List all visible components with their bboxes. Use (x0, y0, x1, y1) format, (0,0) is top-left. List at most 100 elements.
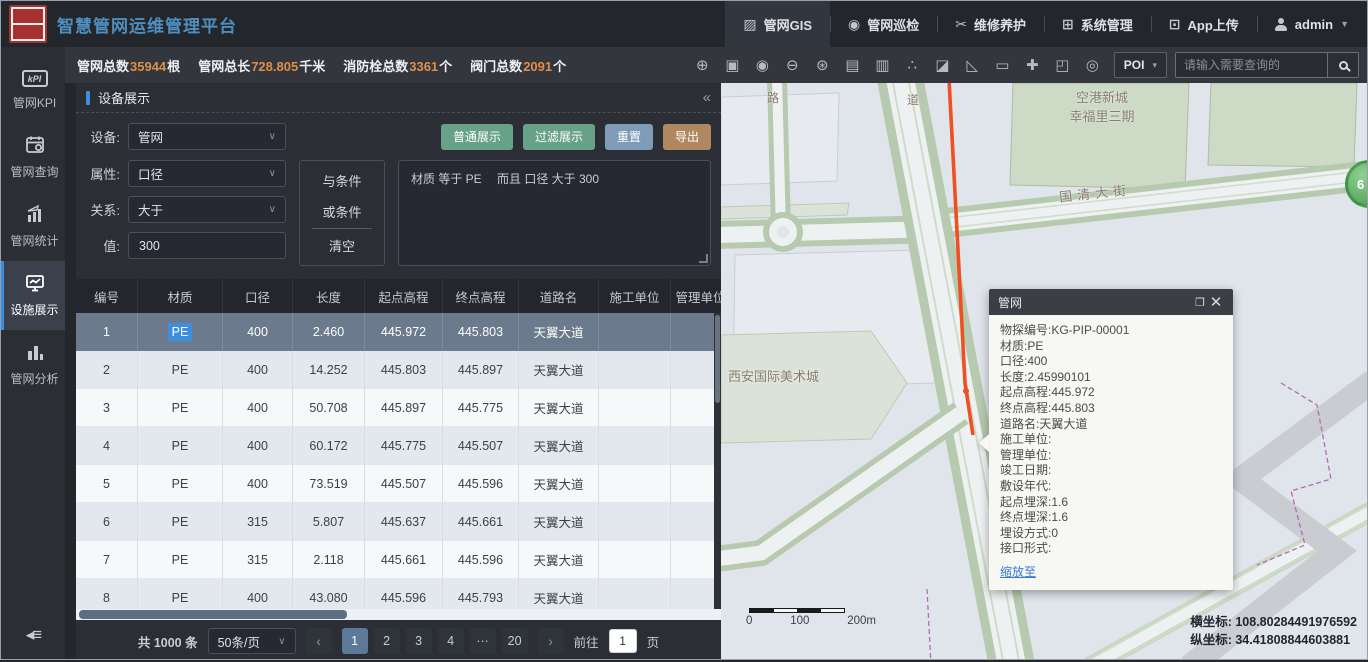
map-toolbar: ⊕▣◉⊖⊛▤▥∴◪◺▭✚◰◎ (689, 52, 1106, 78)
column-header: 道路名 (519, 279, 599, 313)
stat-item: 管网总数35944根 (77, 56, 180, 75)
filter-section: 设备: 管网 ∨ 普通展示 过滤展示 重置 导出 (76, 113, 721, 270)
normal-display-button[interactable]: 普通展示 (441, 124, 513, 150)
collapse-sidebar-icon[interactable]: ◂≡ (26, 625, 40, 645)
filter-display-button[interactable]: 过滤展示 (523, 124, 595, 150)
page-button[interactable]: 20 (502, 628, 528, 654)
sidebar-item-pipe-kpi[interactable]: kPI 管网KPI (1, 59, 65, 123)
add-pin-icon[interactable]: ⊛ (809, 52, 836, 78)
sidebar-item-pipe-analysis[interactable]: 管网分析 (1, 330, 65, 399)
scale-bar-segments (749, 608, 845, 613)
nav-item-system-management[interactable]: ⊞ 系统管理 (1044, 1, 1151, 47)
table-row[interactable]: 6 PE 315 5.807 445.637 445.661 天翼大道 (76, 503, 721, 541)
table-row[interactable]: 4 PE 400 60.172 445.775 445.507 天翼大道 (76, 427, 721, 465)
swipe-window-icon[interactable]: ▭ (989, 52, 1016, 78)
stat-label: 管网总长 (198, 59, 250, 74)
map-popup: 管网 ❐ ✕ 物探编号:KG-PIP-00001材质:PE口径:400长度:2.… (989, 289, 1233, 590)
patrol-pin-icon: ◉ (848, 16, 860, 33)
remove-pin-icon[interactable]: ⊖ (779, 52, 806, 78)
column-header: 编号 (76, 279, 138, 313)
select-box-icon[interactable]: ◰ (1049, 52, 1076, 78)
value-input[interactable] (128, 232, 286, 259)
zoom-in-icon[interactable]: ⊕ (689, 52, 716, 78)
popup-field: 施工单位: (1000, 432, 1222, 448)
table-row[interactable]: 8 PE 400 43.080 445.596 445.793 天翼大道 (76, 579, 721, 609)
x-coord-value: 108.80284491976592 (1235, 615, 1357, 629)
device-select[interactable]: 管网 ∨ (128, 123, 286, 150)
stat-value: 3361 (408, 59, 439, 74)
relation-select-value: 大于 (138, 200, 269, 219)
main-nav: ▨ 管网GIS ◉ 管网巡检 ✂ 维修养护 ⊞ 系统管理 ⊡ App上传 adm… (725, 1, 1367, 47)
page-size-select[interactable]: 50条/页 ∨ (208, 628, 296, 654)
page-button[interactable]: 2 (374, 628, 400, 654)
nav-item-maintenance[interactable]: ✂ 维修养护 (937, 1, 1044, 47)
sidebar-item-facility-display[interactable]: 设施展示 (1, 261, 65, 330)
column-header: 口径 (223, 279, 293, 313)
chevron-down-icon: ∨ (269, 168, 276, 179)
page-button[interactable]: 1 (342, 628, 368, 654)
stat-label: 阀门总数 (470, 59, 522, 74)
scrollbar-thumb[interactable] (715, 315, 720, 403)
page-list: 1234···20 (342, 628, 528, 654)
clear-graphics-icon[interactable]: ◪ (929, 52, 956, 78)
column-header: 材质 (138, 279, 223, 313)
sidebar-item-pipe-query[interactable]: 管网查询 (1, 123, 65, 192)
poi-select[interactable]: POI ▾ (1114, 52, 1167, 78)
popup-body: 物探编号:KG-PIP-00001材质:PE口径:400长度:2.4599010… (989, 315, 1233, 557)
table-row[interactable]: 7 PE 315 2.118 445.661 445.596 天翼大道 (76, 541, 721, 579)
nav-item-app-upload[interactable]: ⊡ App上传 (1151, 1, 1257, 47)
next-page-button[interactable]: › (538, 628, 564, 654)
full-extent-icon[interactable]: ▣ (719, 52, 746, 78)
horizontal-scrollbar[interactable] (76, 609, 721, 620)
vertical-scrollbar[interactable] (714, 313, 721, 609)
table-row[interactable]: 1 PE 400 2.460 445.972 445.803 天翼大道 (76, 313, 721, 351)
goto-page-input[interactable] (609, 629, 637, 653)
page-button[interactable]: ··· (470, 628, 496, 654)
relation-label: 关系: (86, 200, 128, 219)
measure-path-icon[interactable]: ∴ (899, 52, 926, 78)
chevron-down-icon: ∨ (269, 204, 276, 215)
export-button[interactable]: 导出 (663, 124, 711, 150)
condition-textarea[interactable]: 材质 等于 PE 而且 口径 大于 300 (398, 160, 711, 266)
relation-select[interactable]: 大于 ∨ (128, 196, 286, 223)
search-input[interactable] (1175, 52, 1327, 78)
table-header: 编号材质口径长度起点高程终点高程道路名施工单位管理单位 (76, 279, 721, 313)
map-area[interactable]: 空港新城 幸福里三期 国清大街 西安国际美术城 道 路 6 管网 ❐ ✕ (721, 83, 1367, 659)
table-row[interactable]: 3 PE 400 50.708 445.897 445.775 天翼大道 (76, 389, 721, 427)
table-row[interactable]: 5 PE 400 73.519 445.507 445.596 天翼大道 (76, 465, 721, 503)
sidebar-item-pipe-statistics[interactable]: 管网统计 (1, 192, 65, 261)
nav-item-pipe-gis[interactable]: ▨ 管网GIS (725, 1, 830, 47)
nav-item-pipe-inspection[interactable]: ◉ 管网巡检 (830, 1, 937, 47)
print-icon[interactable]: ▤ (839, 52, 866, 78)
table-row[interactable]: 2 PE 400 14.252 445.803 445.897 天翼大道 (76, 351, 721, 389)
reset-button[interactable]: 重置 (605, 124, 653, 150)
stat-unit: 根 (167, 59, 180, 74)
value-label: 值: (86, 236, 128, 255)
device-label: 设备: (86, 127, 128, 146)
measure-area-icon[interactable]: ◺ (959, 52, 986, 78)
scrollbar-thumb[interactable] (79, 610, 347, 619)
search-button[interactable] (1327, 52, 1359, 78)
close-icon[interactable]: ✕ (1208, 293, 1224, 311)
popup-field: 起点高程:445.972 (1000, 385, 1222, 401)
export-map-icon[interactable]: ▥ (869, 52, 896, 78)
page-button[interactable]: 4 (438, 628, 464, 654)
page-button[interactable]: 3 (406, 628, 432, 654)
collapse-panel-button[interactable]: « (703, 89, 711, 106)
popup-field: 材质:PE (1000, 339, 1222, 355)
maximize-icon[interactable]: ❐ (1192, 296, 1208, 309)
table-body: 1 PE 400 2.460 445.972 445.803 天翼大道 (76, 313, 721, 609)
pan-icon[interactable]: ✚ (1019, 52, 1046, 78)
prev-page-button[interactable]: ‹ (306, 628, 332, 654)
locate-pin-icon[interactable]: ◉ (749, 52, 776, 78)
zoom-to-link[interactable]: 缩放至 (989, 557, 1233, 590)
clear-condition-button[interactable]: 清空 (300, 230, 384, 261)
attribute-select[interactable]: 口径 ∨ (128, 160, 286, 187)
user-menu[interactable]: admin ▼ (1257, 1, 1367, 47)
nav-label: App上传 (1188, 15, 1239, 34)
and-condition-button[interactable]: 与条件 (300, 165, 384, 196)
or-condition-button[interactable]: 或条件 (300, 196, 384, 227)
popup-field: 竣工日期: (1000, 463, 1222, 479)
identify-icon[interactable]: ◎ (1079, 52, 1106, 78)
upload-icon: ⊡ (1169, 16, 1181, 33)
